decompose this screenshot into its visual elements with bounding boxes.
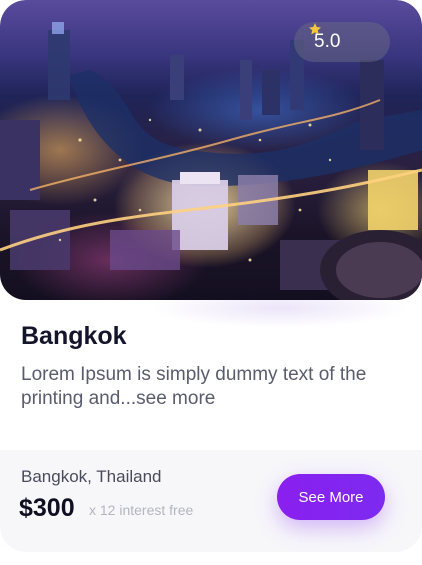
destination-description[interactable]: Lorem Ipsum is simply dummy text of the … <box>21 363 381 411</box>
price-value: $300 <box>19 494 75 522</box>
city-night-photo[interactable]: 5.0 <box>0 0 422 300</box>
destination-card: 5.0 Bangkok Lorem Ipsum is simply dummy … <box>0 0 422 552</box>
see-more-button[interactable]: See More <box>277 474 385 520</box>
star-icon <box>309 23 321 35</box>
destination-title: Bangkok <box>21 322 127 350</box>
installment-note: x 12 interest free <box>89 502 194 518</box>
location-label: Bangkok, Thailand <box>21 467 162 486</box>
rating-badge: 5.0 <box>294 22 390 62</box>
